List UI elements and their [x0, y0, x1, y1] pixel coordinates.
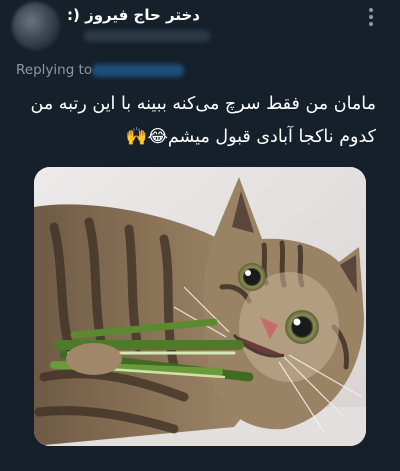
replying-to-handle-blurred[interactable]	[92, 64, 184, 77]
tweet-text: مامان من فقط سرچ می‌کنه ببینه با این رتب…	[16, 88, 376, 154]
more-vertical-icon[interactable]	[364, 6, 378, 28]
tweet-image-cat[interactable]	[34, 167, 366, 446]
author-handle-blurred	[84, 30, 210, 42]
avatar[interactable]	[12, 2, 60, 50]
tweet-header: دختر حاج فیروز (:	[0, 0, 400, 55]
replying-to-label: Replying to	[16, 62, 93, 78]
author-name[interactable]: دختر حاج فیروز (:	[67, 6, 200, 24]
cat-eating-green-onion-image	[34, 167, 366, 446]
tweet-text-line-2: کدوم ناکجا آبادی قبول میشم😂🙌	[125, 127, 376, 147]
tweet-text-line-1: مامان من فقط سرچ می‌کنه ببینه با این رتب…	[30, 94, 376, 114]
